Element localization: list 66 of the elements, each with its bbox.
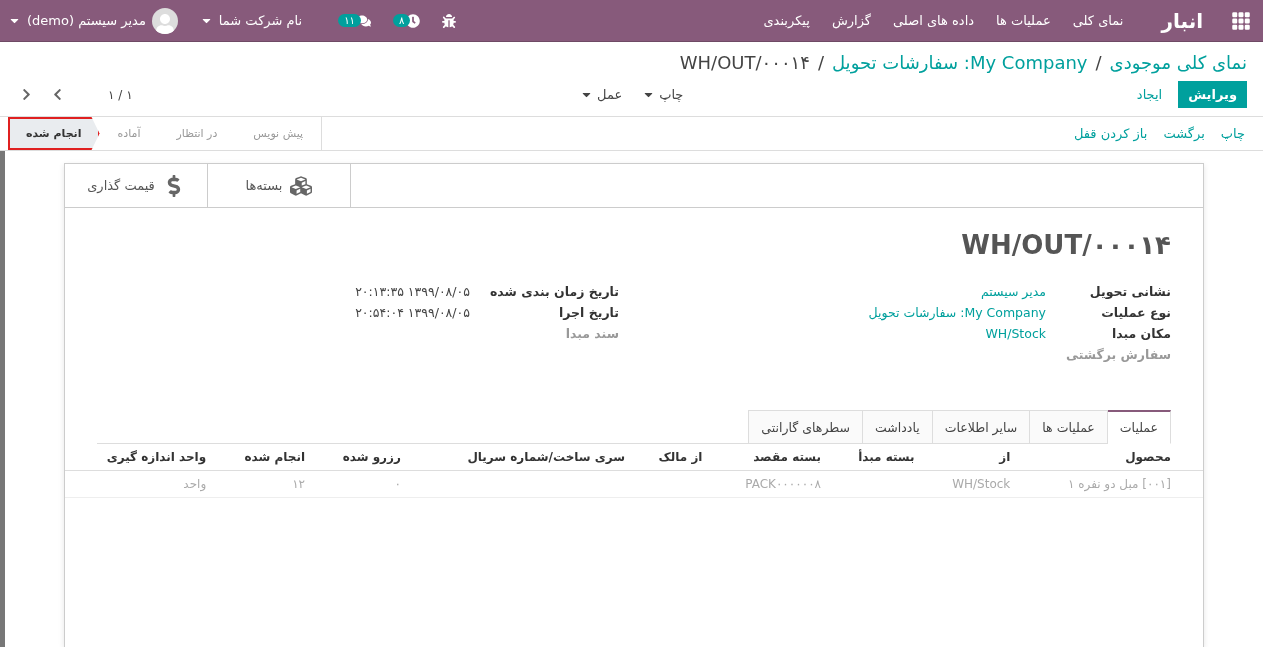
bug-icon[interactable] xyxy=(442,13,457,28)
create-button[interactable]: ایجاد xyxy=(1130,83,1169,106)
pager-value: ۱ / ۱ xyxy=(108,87,133,102)
field-label: تاریخ زمان بندی شده xyxy=(490,284,619,299)
field-label: سند مبدا xyxy=(564,326,619,341)
company-switcher[interactable]: نام شرکت شما xyxy=(199,13,303,28)
table-cell: [۰۰۱] مبل دو نفره ۱ xyxy=(1018,470,1203,498)
field-label: نشانی تحویل xyxy=(1088,284,1171,299)
dropdown-button[interactable]: چاپ xyxy=(636,83,690,106)
table-cell: PACK۰۰۰۰۰۰۸ xyxy=(710,470,830,498)
column-header[interactable]: از مالک xyxy=(633,444,711,471)
notebook-tab[interactable]: عملیات xyxy=(1106,410,1171,444)
cubes-icon xyxy=(290,174,313,197)
status-stage[interactable]: آماده xyxy=(99,117,159,150)
column-header[interactable]: انجام شده xyxy=(214,444,314,471)
field-label: تاریخ اجرا xyxy=(558,305,619,320)
field-value: ۱۳۹۹/۰۸/۰۵ ۲۰:۵۴:۰۴ xyxy=(354,305,470,320)
column-header[interactable]: رزرو شده xyxy=(313,444,409,471)
table-cell: ۰ xyxy=(313,470,409,498)
smart-button[interactable]: قیمت گذاری xyxy=(65,164,208,207)
user-menu[interactable]: مدیر سیستم (demo) xyxy=(8,13,146,28)
field-value[interactable]: WH/Stock xyxy=(649,326,1046,341)
notebook-tab[interactable]: یادداشت xyxy=(862,410,933,444)
status-stage[interactable]: انجام شده xyxy=(8,117,100,150)
column-header[interactable]: بسته مقصد xyxy=(710,444,830,471)
nav-menu-item[interactable]: نمای کلی xyxy=(1072,13,1124,28)
app-brand: انبار xyxy=(1161,8,1203,33)
breadcrumb-separator: / xyxy=(1095,52,1102,73)
dropdown-button[interactable]: عمل xyxy=(574,83,629,106)
field-value: ۱۳۹۹/۰۸/۰۵ ۲۰:۱۳:۳۵ xyxy=(354,284,470,299)
column-header[interactable]: از xyxy=(922,444,1019,471)
field-label: نوع عملیات xyxy=(1100,305,1171,320)
status-stage[interactable]: پیش نویس xyxy=(235,117,322,150)
nav-menu-item[interactable]: گزارش xyxy=(831,13,871,28)
notebook-tab[interactable]: عملیات ها xyxy=(1029,410,1108,444)
breadcrumb-link[interactable]: نمای کلی موجودی xyxy=(1109,52,1247,73)
nav-menu-item[interactable]: پیکربندی xyxy=(763,13,810,28)
status-action-button[interactable]: چاپ xyxy=(1212,117,1253,150)
activity-count: ۸ xyxy=(392,14,411,27)
field-label: مکان مبدا xyxy=(1110,326,1171,341)
breadcrumb-current: WH/OUT/۰۰۰۱۴ xyxy=(679,52,810,73)
table-cell: ۱۲ xyxy=(214,470,314,498)
status-action-button[interactable]: برگشت xyxy=(1155,117,1213,150)
breadcrumb-link[interactable]: My Company: سفارشات تحویل xyxy=(832,52,1088,73)
column-header[interactable]: محصول xyxy=(1018,444,1203,471)
smart-button[interactable]: بسته‌ها xyxy=(208,164,351,207)
status-action-button[interactable]: باز کردن قفل xyxy=(1065,117,1156,150)
column-header[interactable]: واحد اندازه گیری xyxy=(65,444,215,471)
notebook-tab[interactable]: سایر اطلاعات xyxy=(931,410,1031,444)
table-cell: WH/Stock xyxy=(922,470,1019,498)
notebook-tab[interactable]: سطرهای گارانتی xyxy=(748,410,864,444)
column-header[interactable]: بسته مبدأ xyxy=(829,444,923,471)
breadcrumb-separator: / xyxy=(817,52,824,73)
field-label: سفارش برگشتی xyxy=(1066,347,1171,362)
edit-button[interactable]: ویرایش xyxy=(1178,81,1247,108)
message-count: ۱۱ xyxy=(338,14,361,27)
user-avatar xyxy=(151,7,178,34)
column-header[interactable]: سری ساخت/شماره سریال xyxy=(408,444,634,471)
field-value[interactable]: My Company: سفارشات تحویل xyxy=(649,305,1046,320)
nav-menu-item[interactable]: داده های اصلی xyxy=(893,13,975,28)
nav-menu-item[interactable]: عملیات ها xyxy=(996,13,1051,28)
apps-menu-icon[interactable] xyxy=(1231,10,1251,31)
status-stage[interactable]: در انتظار xyxy=(158,117,236,150)
record-title: WH/OUT/۰۰۰۱۴ xyxy=(960,230,1171,260)
table-cell: واحد xyxy=(65,470,215,498)
field-value[interactable]: مدیر سیستم xyxy=(649,284,1046,299)
